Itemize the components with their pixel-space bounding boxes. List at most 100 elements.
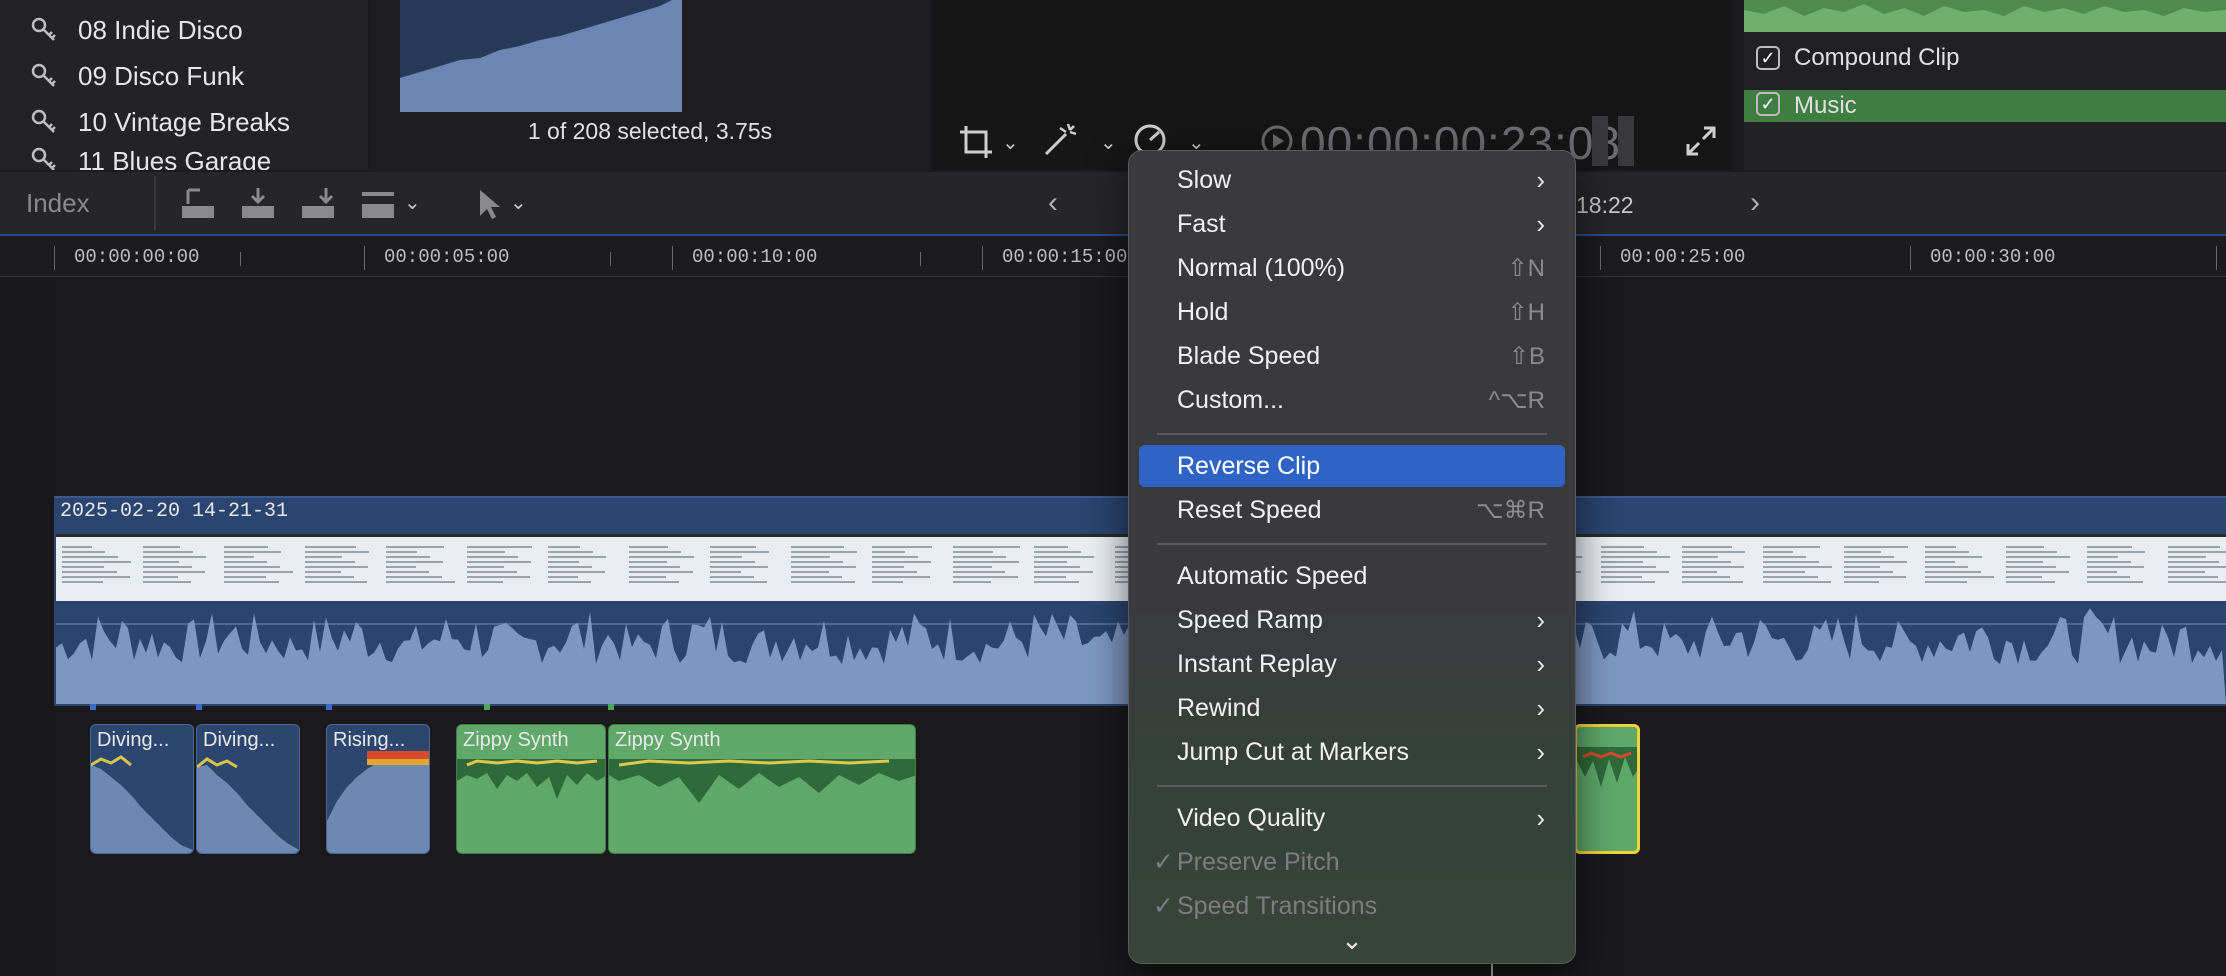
filmstrip-frame: [461, 543, 541, 595]
checkbox[interactable]: ✓: [1756, 46, 1780, 70]
menu-item-slow[interactable]: Slow ›: [1139, 159, 1565, 201]
submenu-arrow-icon: ›: [1536, 164, 1545, 195]
menu-separator: [1157, 785, 1547, 787]
menu-item-label: Speed Transitions: [1177, 891, 1378, 920]
chevron-down-icon[interactable]: ⌄: [404, 190, 421, 215]
ruler-tick: [54, 246, 55, 270]
submenu-arrow-icon: ›: [1536, 802, 1545, 833]
audio-clip-label: Zippy Synth: [615, 729, 721, 751]
ruler-timecode: 00:00:25:00: [1620, 246, 1746, 268]
selection-status: 1 of 208 selected, 3.75s: [527, 118, 773, 144]
menu-item-video-quality[interactable]: Video Quality ›: [1139, 797, 1565, 839]
magic-wand-icon[interactable]: [1040, 120, 1080, 160]
filmstrip-frame: [1595, 543, 1675, 595]
next-arrow-icon[interactable]: ›: [1750, 186, 1760, 220]
menu-item-reverse-clip[interactable]: Reverse Clip: [1139, 445, 1565, 487]
audio-clip[interactable]: Zippy Synth: [456, 724, 606, 854]
menu-item-blade-speed[interactable]: Blade Speed ⇧B: [1139, 335, 1565, 377]
library-item[interactable]: 08 Indie Disco: [30, 8, 243, 52]
ruler-timecode: 00:00:15:00: [1002, 246, 1128, 268]
timeline-gutter: [0, 278, 54, 976]
inspector-row-music[interactable]: ✓ Music: [1756, 92, 1857, 120]
overwrite-clip-icon[interactable]: [358, 186, 398, 222]
audio-clip-label: Diving...: [97, 729, 170, 751]
filmstrip-frame: [137, 543, 217, 595]
library-item[interactable]: 11 Blues Garage: [30, 146, 271, 170]
menu-item-reset-speed[interactable]: Reset Speed ⌥⌘R: [1139, 489, 1565, 531]
checkmark-icon: ✓: [1153, 848, 1174, 876]
previous-arrow-icon[interactable]: ‹: [1048, 186, 1058, 220]
append-clip-icon[interactable]: [298, 186, 338, 222]
audio-clip[interactable]: Diving...: [196, 724, 300, 854]
library-item[interactable]: 10 Vintage Breaks: [30, 100, 290, 144]
filmstrip-frame: [299, 543, 379, 595]
menu-item-automatic-speed[interactable]: Automatic Speed: [1139, 555, 1565, 597]
ruler-tick: [364, 246, 365, 270]
marker[interactable]: [196, 704, 202, 710]
chevron-down-icon[interactable]: ⌄: [1002, 130, 1019, 155]
audio-clip[interactable]: Zippy Synth: [608, 724, 916, 854]
menu-item-shortcut: ^⌥R: [1488, 386, 1545, 414]
menu-item-label: Fast: [1177, 209, 1226, 238]
filmstrip-frame: [380, 543, 460, 595]
toolbar-divider: [154, 176, 156, 230]
submenu-arrow-icon: ›: [1536, 648, 1545, 679]
submenu-arrow-icon: ›: [1536, 736, 1545, 767]
scroll-down-chevron-icon[interactable]: ⌄: [1129, 925, 1575, 956]
fullscreen-icon[interactable]: [1684, 124, 1718, 158]
primary-clip-name: 2025-02-20 14-21-31: [60, 500, 289, 523]
menu-item-label: Speed Ramp: [1177, 605, 1323, 634]
filmstrip-frame: [2000, 543, 2080, 595]
audio-clip[interactable]: Diving...: [90, 724, 194, 854]
chevron-down-icon[interactable]: ⌄: [1100, 130, 1117, 155]
clip-thumbnail[interactable]: [400, 0, 682, 112]
ruler-tick: [920, 252, 921, 266]
retime-menu: Slow › Fast › Normal (100%) ⇧N Hold ⇧H B…: [1128, 150, 1576, 964]
crop-icon[interactable]: [958, 124, 994, 160]
menu-item-speed-transitions[interactable]: ✓ Speed Transitions: [1139, 885, 1565, 927]
marker[interactable]: [484, 704, 490, 710]
ruler-timecode: 00:00:00:00: [74, 246, 200, 268]
index-button[interactable]: Index: [26, 188, 90, 219]
library-item-label: 10 Vintage Breaks: [78, 106, 290, 137]
timeline-position-timecode: 18:22: [1576, 192, 1634, 218]
filmstrip-frame: [1676, 543, 1756, 595]
menu-item-normal[interactable]: Normal (100%) ⇧N: [1139, 247, 1565, 289]
marker[interactable]: [326, 704, 332, 710]
filmstrip-frame: [218, 543, 298, 595]
ruler-tick: [610, 252, 611, 266]
audio-clip[interactable]: Rising...: [326, 724, 430, 854]
ruler-timecode: 00:00:10:00: [692, 246, 818, 268]
inspector-row-label: Music: [1794, 92, 1857, 119]
connect-clip-icon[interactable]: [178, 186, 218, 222]
menu-separator: [1157, 433, 1547, 435]
filmstrip-frame: [704, 543, 784, 595]
menu-item-fast[interactable]: Fast ›: [1139, 203, 1565, 245]
menu-item-preserve-pitch[interactable]: ✓ Preserve Pitch: [1139, 841, 1565, 883]
inspector-row-compound-clip[interactable]: ✓ Compound Clip: [1756, 44, 1959, 72]
menu-item-shortcut: ⇧N: [1507, 254, 1545, 282]
submenu-arrow-icon: ›: [1536, 604, 1545, 635]
marker[interactable]: [608, 704, 614, 710]
submenu-arrow-icon: ›: [1536, 208, 1545, 239]
menu-item-custom[interactable]: Custom... ^⌥R: [1139, 379, 1565, 421]
library-item[interactable]: 09 Disco Funk: [30, 54, 244, 98]
menu-item-label: Jump Cut at Markers: [1177, 737, 1410, 766]
menu-item-rewind[interactable]: Rewind ›: [1139, 687, 1565, 729]
menu-item-label: Slow: [1177, 165, 1232, 194]
filmstrip-frame: [1838, 543, 1918, 595]
chevron-down-icon[interactable]: ⌄: [510, 190, 527, 215]
menu-item-label: Normal (100%): [1177, 253, 1346, 282]
selected-audio-clip[interactable]: [1574, 724, 1640, 854]
menu-item-instant-replay[interactable]: Instant Replay ›: [1139, 643, 1565, 685]
menu-item-speed-ramp[interactable]: Speed Ramp ›: [1139, 599, 1565, 641]
menu-item-shortcut: ⇧H: [1507, 298, 1545, 326]
insert-clip-icon[interactable]: [238, 186, 278, 222]
checkbox[interactable]: ✓: [1756, 92, 1780, 116]
ruler-tick: [240, 252, 241, 266]
marker[interactable]: [90, 704, 96, 710]
menu-item-jump-cut[interactable]: Jump Cut at Markers ›: [1139, 731, 1565, 773]
select-tool-icon[interactable]: [470, 186, 510, 222]
keyword-icon: [31, 147, 56, 170]
menu-item-hold[interactable]: Hold ⇧H: [1139, 291, 1565, 333]
